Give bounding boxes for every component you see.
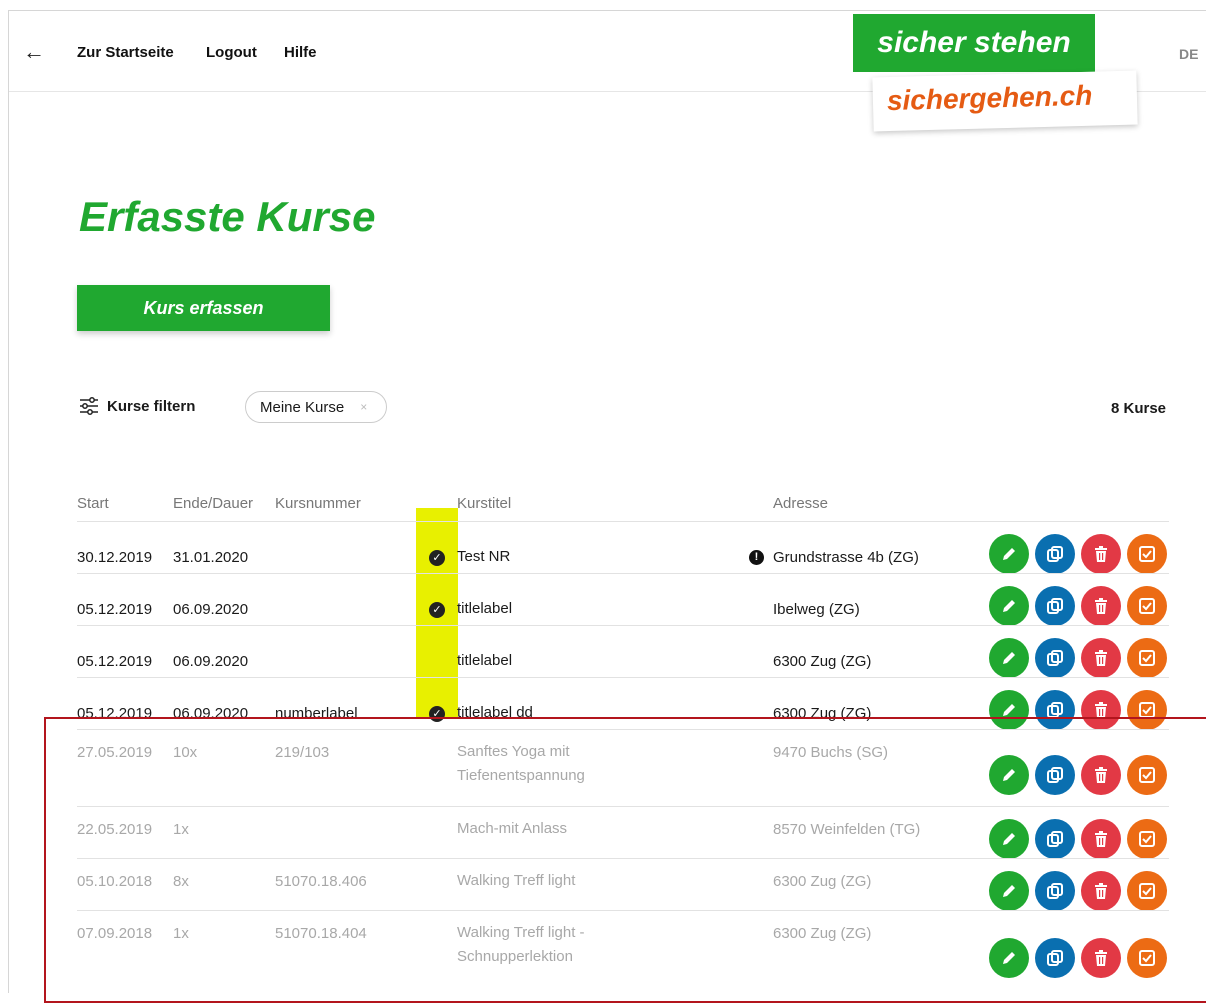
kurstitel-line: titlelabel (457, 652, 513, 669)
header-adresse: Adresse (773, 495, 829, 512)
page-title: Erfasste Kurse (79, 193, 376, 240)
cell-adresse: 6300 Zug (ZG) (773, 653, 872, 670)
filter-chip-meine-kurse[interactable]: Meine Kurse × (245, 391, 387, 423)
copy-button[interactable] (1035, 638, 1075, 678)
cell-adresse: Ibelweg (ZG) (773, 601, 860, 618)
check-circle-icon: ✓ (429, 550, 445, 566)
cell-start: 05.12.2019 (77, 653, 153, 670)
copy-icon (1045, 596, 1065, 616)
header-kurstitel: Kurstitel (457, 495, 512, 512)
done-button[interactable] (1127, 638, 1167, 678)
edit-button[interactable] (989, 638, 1029, 678)
done-button[interactable] (1127, 586, 1167, 626)
edit-button[interactable] (989, 586, 1029, 626)
cell-kurstitel[interactable]: Test NR (457, 545, 510, 569)
create-course-button[interactable]: Kurs erfassen (77, 285, 330, 331)
cell-ende: 06.09.2020 (173, 601, 249, 618)
filter-sliders-icon (80, 397, 98, 415)
cell-start: 30.12.2019 (77, 549, 153, 566)
back-arrow-icon[interactable]: ← (23, 41, 45, 63)
delete-button[interactable] (1081, 638, 1121, 678)
copy-button[interactable] (1035, 586, 1075, 626)
checkbox-icon (1137, 648, 1157, 668)
cell-ende: 31.01.2020 (173, 549, 249, 566)
logo-part-gehen: gehen.ch (969, 79, 1093, 114)
row-actions (989, 534, 1167, 574)
kurstitel-line: Test NR (457, 548, 511, 565)
exclamation-icon: ! (749, 550, 764, 565)
copy-icon (1045, 648, 1065, 668)
logo-sichergehen: sichergehen.ch (872, 70, 1138, 132)
check-circle-icon: ✓ (429, 602, 445, 618)
course-count: 8 Kurse (1111, 400, 1167, 417)
copy-button[interactable] (1035, 534, 1075, 574)
copy-icon (1045, 544, 1065, 564)
nav-help-link[interactable]: Hilfe (284, 44, 317, 61)
cell-ende: 06.09.2020 (173, 653, 249, 670)
table-row: 05.12.2019 06.09.2020 titlelabel 6300 Zug (… (77, 625, 1169, 678)
cell-adresse: Grundstrasse 4b (ZG) (773, 549, 919, 566)
delete-button[interactable] (1081, 586, 1121, 626)
filter-label: Kurse filtern (107, 397, 196, 415)
trash-icon (1091, 648, 1111, 668)
pencil-icon (999, 596, 1019, 616)
logo-sicher-stehen: sicher stehen (853, 14, 1095, 72)
pencil-icon (999, 648, 1019, 668)
language-selector[interactable]: DE (1179, 46, 1198, 62)
cell-kurstitel[interactable]: titlelabel (457, 597, 512, 621)
filter-toggle[interactable]: Kurse filtern (79, 397, 195, 415)
pencil-icon (999, 544, 1019, 564)
checkbox-icon (1137, 596, 1157, 616)
top-bar: ← Zur Startseite Logout Hilfe DE sicher … (9, 11, 1206, 132)
app-frame: ← Zur Startseite Logout Hilfe DE sicher … (8, 10, 1206, 1003)
nav-logout-link[interactable]: Logout (206, 44, 257, 61)
edit-button[interactable] (989, 534, 1029, 574)
cell-start: 05.12.2019 (77, 601, 153, 618)
annotation-box (44, 717, 1206, 1003)
header-start: Start (77, 495, 109, 512)
kurstitel-line: titlelabel (457, 600, 513, 617)
chip-close-icon[interactable]: × (360, 400, 367, 414)
done-button[interactable] (1127, 534, 1167, 574)
header-kursnummer: Kursnummer (275, 495, 361, 512)
cell-kurstitel[interactable]: titlelabel (457, 649, 512, 673)
header-ende-dauer: Ende/Dauer (173, 495, 254, 512)
filter-chip-label: Meine Kurse (260, 398, 345, 416)
delete-button[interactable] (1081, 534, 1121, 574)
row-actions (989, 638, 1167, 678)
trash-icon (1091, 544, 1111, 564)
trash-icon (1091, 596, 1111, 616)
nav-home-link[interactable]: Zur Startseite (77, 44, 174, 61)
table-row: 05.12.2019 06.09.2020 ✓ titlelabel Ibelweg (… (77, 573, 1169, 626)
checkbox-icon (1137, 544, 1157, 564)
row-actions (989, 586, 1167, 626)
table-row: 30.12.2019 31.01.2020 ✓ Test NR! Grundstrass… (77, 521, 1169, 574)
logo-part-sicher: sicher (886, 82, 970, 117)
